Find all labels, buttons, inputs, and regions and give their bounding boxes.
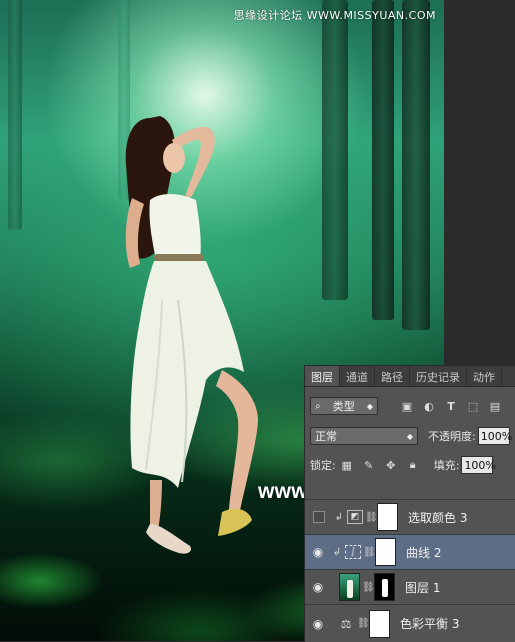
stepper-arrows-icon: ◆ — [366, 401, 373, 411]
type-filter-icon[interactable]: T — [440, 400, 462, 413]
tab-history[interactable]: 历史记录 — [410, 366, 467, 386]
eye-icon[interactable]: ◉ — [305, 545, 331, 559]
layer-mask-thumbnail[interactable] — [374, 573, 395, 601]
clipping-arrow-icon: ↲ — [334, 511, 344, 523]
search-icon: ⌕ — [315, 400, 321, 412]
smart-object-filter-icon[interactable]: ▤ — [484, 400, 506, 413]
layer-name[interactable]: 图层 1 — [405, 579, 440, 596]
clipping-arrow-icon: ↲ — [332, 546, 342, 558]
shape-filter-icon[interactable]: ⬚ — [462, 400, 484, 413]
watermark-site: 思缘设计论坛 WWW.MISSYUAN.COM — [233, 9, 436, 22]
link-chain-icon: ⛓ — [362, 581, 375, 593]
layer-name[interactable]: 曲线 2 — [406, 544, 441, 561]
blend-mode-value: 正常 — [315, 430, 337, 443]
lock-row: 锁定: ▦ ✎ ✥ 🔒︎ 填充: 100% — [310, 456, 515, 474]
tab-channels[interactable]: 通道 — [340, 366, 375, 386]
lock-move-icon[interactable]: ✥ — [380, 459, 402, 472]
tab-actions[interactable]: 动作 — [467, 366, 502, 386]
tab-layers[interactable]: 图层 — [305, 366, 340, 386]
layer-name[interactable]: 色彩平衡 3 — [400, 615, 459, 632]
stepper-arrows-icon: ◆ — [406, 431, 413, 441]
layer-filter-select[interactable]: ⌕ 类型 ◆ — [310, 397, 378, 415]
filter-label: 类型 — [332, 400, 355, 413]
image-filter-icon[interactable]: ▣ — [396, 400, 418, 413]
panel-tabs: 图层 通道 路径 历史记录 动作 — [305, 366, 515, 387]
curves-icon: ∫ — [345, 545, 361, 559]
fill-label: 填充: — [433, 459, 460, 472]
color-balance-icon: ⚖ — [340, 616, 352, 631]
link-chain-icon: ⛓ — [357, 618, 370, 629]
blend-mode-select[interactable]: 正常 ◆ — [310, 427, 418, 445]
adjustment-filter-icon[interactable]: ◐ — [418, 400, 440, 413]
eye-icon[interactable]: ◉ — [305, 617, 331, 631]
lock-paint-icon[interactable]: ✎ — [358, 459, 380, 472]
opacity-label: 不透明度: — [428, 430, 476, 443]
fill-input[interactable]: 100% — [461, 456, 496, 474]
layer-row-color-balance-3[interactable]: ◉ ⚖ ⛓ 色彩平衡 3 — [305, 604, 515, 642]
lock-label: 锁定: — [310, 459, 336, 472]
layer-name[interactable]: 选取颜色 3 — [408, 509, 467, 526]
layer-thumbnail[interactable] — [339, 573, 360, 601]
filter-row: ⌕ 类型 ◆ ▣ ◐ T ⬚ ▤ — [310, 397, 511, 415]
blend-row: 正常 ◆ 不透明度: 100% — [310, 427, 515, 445]
layers-panel: 图层 通道 路径 历史记录 动作 ⌕ 类型 ◆ ▣ ◐ T ⬚ ▤ 正常 ◆ 不… — [304, 365, 515, 642]
layer-mask-thumbnail[interactable] — [377, 503, 398, 531]
selective-color-icon: ◩ — [347, 510, 363, 524]
layer-row-layer-1[interactable]: ◉ ⛓ 图层 1 — [305, 569, 515, 604]
link-chain-icon: ⛓ — [365, 511, 378, 523]
layer-row-selective-color-3[interactable]: ↲ ◩ ⛓ 选取颜色 3 — [305, 499, 515, 534]
lock-all-icon[interactable]: 🔒︎ — [402, 458, 424, 472]
layer-row-curves-2[interactable]: ◉ ↲ ∫ ⛓ 曲线 2 — [305, 534, 515, 569]
lock-transparent-icon[interactable]: ▦ — [336, 459, 358, 472]
eye-icon[interactable]: ◉ — [305, 580, 331, 594]
opacity-input[interactable]: 100% — [477, 427, 512, 445]
layer-mask-thumbnail[interactable] — [369, 609, 390, 638]
tab-paths[interactable]: 路径 — [375, 366, 410, 386]
layer-mask-thumbnail[interactable] — [375, 538, 396, 566]
visibility-toggle-off[interactable] — [313, 511, 325, 523]
link-chain-icon: ⛓ — [363, 546, 376, 558]
